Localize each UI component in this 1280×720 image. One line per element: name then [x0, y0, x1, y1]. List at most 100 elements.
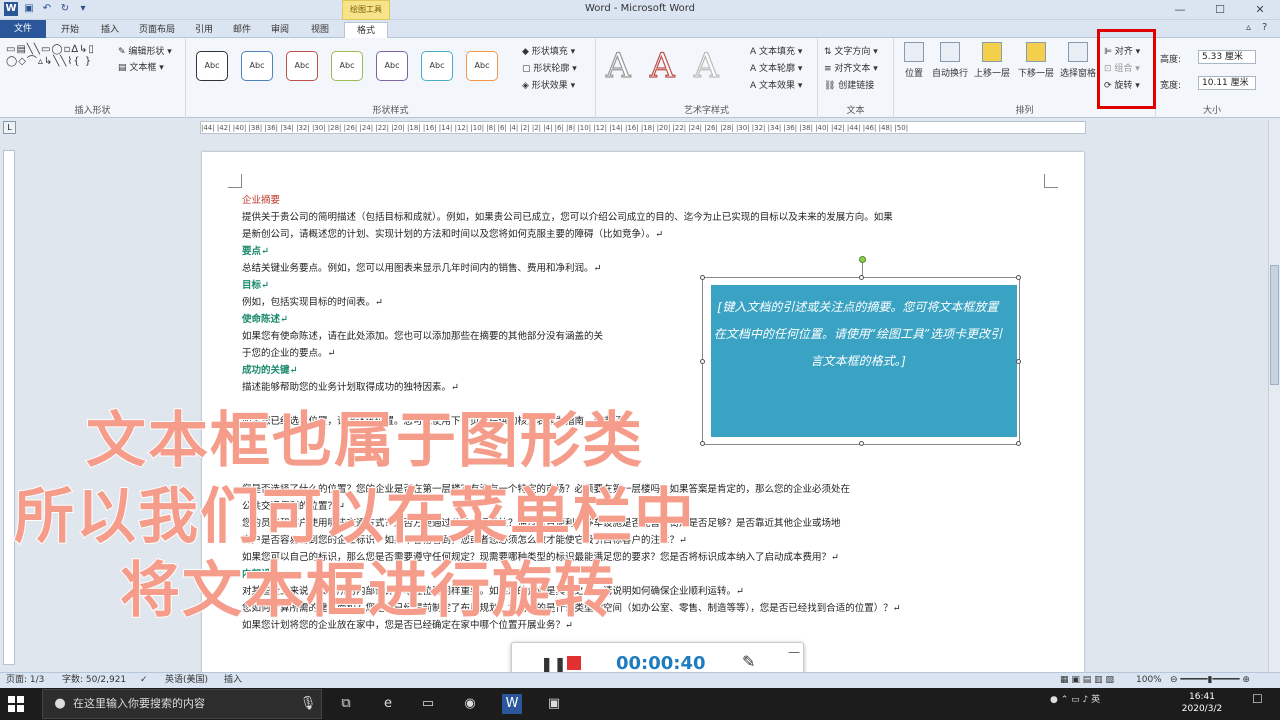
page-count[interactable]: 页面: 1/3	[6, 673, 44, 688]
task-view-icon[interactable]: ⧉	[336, 694, 356, 714]
text-outline-button[interactable]: A 文本轮廓 ▾	[750, 61, 802, 74]
tray-icons[interactable]: ● ⌃ ▭ ♪ 英	[1050, 692, 1100, 705]
view-buttons[interactable]: ▦ ▣ ▤ ▥ ▧	[1060, 673, 1114, 688]
width-field[interactable]: 10.11 厘米	[1198, 76, 1256, 90]
resize-handle[interactable]	[700, 441, 705, 446]
tab-page-layout[interactable]: 页面布局	[132, 22, 182, 38]
ribbon: ▭▤╲╲▭◯▫∆↳▯◯◇⌒▵↳╲╲⌇{ } ✎ 编辑形状 ▾ ▤ 文本框 ▾ 插…	[0, 38, 1280, 118]
recorder-minimize-icon[interactable]: —	[788, 645, 800, 659]
vertical-scrollbar[interactable]	[1268, 120, 1280, 672]
position-button[interactable]: 位置	[896, 42, 932, 79]
document-heading[interactable]: 目标↵	[242, 277, 269, 294]
text-effects-button[interactable]: A 文本效果 ▾	[750, 78, 802, 91]
vertical-ruler[interactable]	[3, 150, 15, 665]
send-backward-button[interactable]: 下移一层	[1018, 42, 1054, 79]
shape-style-preset[interactable]: Abc	[376, 51, 408, 81]
document-heading[interactable]: 使命陈述↵	[242, 311, 288, 328]
align-text-button[interactable]: ≡ 对齐文本 ▾	[824, 61, 878, 74]
text-direction-button[interactable]: ⇅ 文字方向 ▾	[824, 44, 878, 57]
tab-selector-icon[interactable]: L	[3, 121, 16, 134]
chrome-icon[interactable]: ◉	[460, 694, 480, 714]
stop-icon[interactable]	[567, 656, 581, 670]
create-link-button[interactable]: ⛓ 创建链接	[824, 78, 874, 91]
document-paragraph[interactable]: 总结关键业务要点。例如，您可以用图表来显示几年时间内的销售、费用和净利润。↵	[242, 260, 601, 277]
minimize-button[interactable]: —	[1160, 0, 1200, 20]
resize-handle[interactable]	[1016, 359, 1021, 364]
caption-line-3: 将文本框进行旋转	[119, 555, 616, 627]
file-explorer-icon[interactable]: ▭	[418, 694, 438, 714]
edge-icon[interactable]: e	[378, 694, 398, 714]
rotation-handle[interactable]	[859, 256, 866, 263]
help-icon[interactable]: ?	[1262, 22, 1267, 33]
shape-style-preset[interactable]: Abc	[331, 51, 363, 81]
tab-review[interactable]: 审阅	[262, 22, 298, 38]
document-paragraph[interactable]: 于您的企业的要点。↵	[242, 345, 335, 362]
proofing-icon[interactable]: ✓	[140, 673, 148, 688]
microphone-icon[interactable]: 🎙	[298, 694, 318, 714]
word-taskbar-icon[interactable]: W	[502, 694, 522, 714]
tab-mailings[interactable]: 邮件	[224, 22, 260, 38]
text-fill-button[interactable]: A 文本填充 ▾	[750, 44, 802, 57]
tab-references[interactable]: 引用	[186, 22, 222, 38]
document-paragraph[interactable]: 是新创公司，请概述您的计划、实现计划的方法和时间以及您将如何克服主要的障碍（比如…	[242, 226, 663, 243]
selection-pane-button[interactable]: 选择窗格	[1060, 42, 1096, 79]
shape-style-preset[interactable]: Abc	[241, 51, 273, 81]
shape-style-preset[interactable]: Abc	[421, 51, 453, 81]
document-paragraph[interactable]: 例如，包括实现目标的时间表。↵	[242, 294, 383, 311]
document-paragraph[interactable]: 如果您有使命陈述，请在此处添加。您也可以添加那些在摘要的其他部分没有涵盖的关	[242, 328, 603, 345]
wordart-sample-3[interactable]: A	[693, 45, 719, 86]
draw-textbox-button[interactable]: ▤ 文本框 ▾	[118, 60, 164, 73]
maximize-button[interactable]: ☐	[1200, 0, 1240, 20]
document-heading[interactable]: 成功的关键↵	[242, 362, 297, 379]
resize-handle[interactable]	[700, 359, 705, 364]
align-text-label: 对齐文本	[834, 64, 871, 74]
document-paragraph[interactable]: 提供关于贵公司的简明描述（包括目标和成就）。例如，如果贵公司已成立，您可以介绍公…	[242, 209, 893, 226]
zoom-slider[interactable]: ⊖ ━━━━━▮━━━━━ ⊕	[1170, 673, 1250, 688]
textbox-text[interactable]: [键入文档的引述或关注点的摘要。您可将文本框放置在文档中的任何位置。请使用“绘图…	[713, 294, 1003, 375]
shape-fill-button[interactable]: ◆ 形状填充 ▾	[522, 44, 575, 57]
scrollbar-thumb[interactable]	[1270, 265, 1279, 385]
resize-handle[interactable]	[700, 275, 705, 280]
resize-handle[interactable]	[859, 275, 864, 280]
taskbar-search-box[interactable]: 在这里输入你要搜索的内容	[42, 689, 322, 719]
horizontal-ruler[interactable]: |44| |42| |40| |38| |36| |34| |32| |30| …	[200, 121, 1086, 134]
resize-handle[interactable]	[1016, 275, 1021, 280]
clock-time: 16:41	[1189, 692, 1215, 702]
tab-format[interactable]: 格式	[344, 22, 388, 38]
document-heading[interactable]: 要点↵	[242, 243, 269, 260]
word-count[interactable]: 字数: 50/2,921	[62, 673, 126, 688]
zoom-level[interactable]: 100%	[1136, 673, 1162, 688]
resize-handle[interactable]	[859, 441, 864, 446]
shape-style-preset[interactable]: Abc	[196, 51, 228, 81]
height-field[interactable]: 5.33 厘米	[1198, 50, 1256, 64]
close-button[interactable]: ✕	[1240, 0, 1280, 20]
wordart-sample-2[interactable]: A	[649, 45, 675, 86]
tab-home[interactable]: 开始	[52, 22, 88, 38]
resize-handle[interactable]	[1016, 441, 1021, 446]
text-group: ⇅ 文字方向 ▾ ≡ 对齐文本 ▾ ⛓ 创建链接 文本	[818, 38, 894, 118]
clock-date: 2020/3/2	[1181, 704, 1223, 714]
tab-view[interactable]: 视图	[300, 22, 340, 38]
notifications-icon[interactable]: ☐	[1252, 692, 1263, 706]
document-heading[interactable]: 企业摘要	[242, 192, 280, 209]
recorder-taskbar-icon[interactable]: ▣	[544, 694, 564, 714]
taskbar-clock[interactable]: 16:41 2020/3/2	[1177, 691, 1227, 715]
edit-shape-button[interactable]: ✎ 编辑形状 ▾	[118, 44, 172, 57]
quote-textbox[interactable]: [键入文档的引述或关注点的摘要。您可将文本框放置在文档中的任何位置。请使用“绘图…	[700, 275, 1021, 446]
tab-insert[interactable]: 插入	[92, 22, 128, 38]
language-indicator[interactable]: 英语(美国)	[165, 673, 208, 688]
wordart-sample-1[interactable]: A	[605, 45, 631, 86]
shape-effects-button[interactable]: ◈ 形状效果 ▾	[522, 78, 575, 91]
minimize-ribbon-icon[interactable]: ▵	[1246, 22, 1251, 33]
windows-start-icon[interactable]	[8, 696, 24, 712]
bring-forward-button[interactable]: 上移一层	[974, 42, 1010, 79]
shape-outline-button[interactable]: ▢ 形状轮廓 ▾	[522, 61, 577, 74]
insert-mode[interactable]: 插入	[224, 673, 242, 688]
tab-file[interactable]: 文件	[0, 20, 46, 38]
shape-style-preset[interactable]: Abc	[286, 51, 318, 81]
drawing-tools-context-header: 绘图工具	[342, 0, 390, 20]
wrap-text-button[interactable]: 自动换行	[932, 42, 968, 79]
shapes-gallery[interactable]: ▭▤╲╲▭◯▫∆↳▯◯◇⌒▵↳╲╲⌇{ }	[6, 44, 96, 68]
pen-icon[interactable]: ✎	[742, 652, 755, 671]
shape-style-preset[interactable]: Abc	[466, 51, 498, 81]
